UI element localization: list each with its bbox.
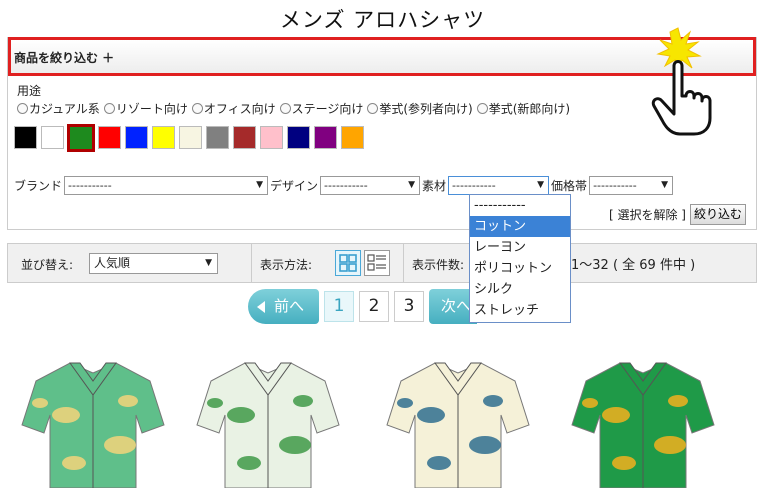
chevron-down-icon: ▼: [256, 180, 264, 190]
filter-panel: 商品を絞り込む ＋ 用途 カジュアル系 リゾート向け オフィス向け ステージ向け…: [7, 37, 757, 230]
color-swatch[interactable]: [14, 126, 37, 149]
design-label: デザイン: [270, 179, 319, 193]
chevron-down-icon: ▼: [408, 180, 416, 190]
product-grid: [0, 355, 765, 488]
divider: [251, 244, 252, 282]
product-image[interactable]: [383, 355, 533, 488]
apply-filter-button[interactable]: 絞り込む: [689, 204, 746, 225]
view-label: 表示方法:: [260, 258, 313, 272]
product-image[interactable]: [18, 355, 168, 488]
material-option[interactable]: コットン: [470, 216, 570, 237]
page-1-button[interactable]: 1: [324, 291, 354, 322]
radio-icon[interactable]: [191, 103, 203, 114]
price-label: 価格帯: [551, 179, 588, 193]
result-range: 1～32 ( 全 69 件中 ): [571, 258, 696, 273]
product-image[interactable]: [193, 355, 343, 488]
usage-option-stage[interactable]: ステージ向け: [279, 100, 363, 117]
color-swatch[interactable]: [341, 126, 364, 149]
brand-label: ブランド: [14, 179, 63, 193]
filter-toggle-label: 商品を絞り込む ＋: [14, 51, 115, 65]
color-swatch[interactable]: [179, 126, 202, 149]
material-option[interactable]: ストレッチ: [470, 300, 570, 321]
page-2-button[interactable]: 2: [359, 291, 389, 322]
count-label: 表示件数:: [412, 258, 465, 272]
prev-page-button[interactable]: 前へ: [248, 289, 319, 324]
color-swatch[interactable]: [233, 126, 256, 149]
design-select[interactable]: ----------- ▼: [320, 176, 421, 195]
price-select[interactable]: ----------- ▼: [589, 176, 674, 195]
color-swatch[interactable]: [287, 126, 310, 149]
sort-label: 並び替え:: [21, 258, 74, 272]
grid-icon: [339, 254, 357, 272]
material-option[interactable]: ポリコットン: [470, 258, 570, 279]
radio-icon[interactable]: [17, 103, 28, 114]
chevron-down-icon: ▼: [205, 258, 212, 268]
material-dropdown-list: ----------- コットン レーヨン ポリコットン シルク ストレッチ: [469, 194, 571, 323]
sort-select[interactable]: 人気順 ▼: [89, 253, 218, 274]
radio-icon[interactable]: [103, 103, 115, 114]
color-swatch[interactable]: [41, 126, 64, 149]
material-option[interactable]: シルク: [470, 279, 570, 300]
color-swatch[interactable]: [260, 126, 283, 149]
sort-bar: 並び替え: 人気順 ▼ 表示方法: 表示件数: 1～32 ( 全 69 件中 ): [7, 243, 757, 283]
usage-option-wedding-guest[interactable]: 挙式(参列者向け): [367, 100, 473, 117]
color-swatch[interactable]: [125, 126, 148, 149]
material-label: 素材: [422, 179, 447, 193]
usage-option-office[interactable]: オフィス向け: [191, 100, 276, 117]
color-swatch[interactable]: [206, 126, 229, 149]
chevron-down-icon: ▼: [661, 180, 669, 190]
brand-select[interactable]: ----------- ▼: [64, 176, 269, 195]
divider: [403, 244, 404, 282]
color-swatch[interactable]: [68, 125, 94, 151]
material-option[interactable]: レーヨン: [470, 237, 570, 258]
radio-icon[interactable]: [476, 103, 488, 114]
material-option[interactable]: -----------: [470, 195, 570, 216]
filter-select-row: ブランド ----------- ▼ デザイン ----------- ▼ 素材 -…: [14, 176, 675, 195]
radio-icon[interactable]: [279, 103, 291, 114]
product-image[interactable]: [568, 355, 718, 488]
usage-option-casual[interactable]: カジュアル系: [17, 100, 100, 117]
usage-label: 用途: [17, 84, 42, 98]
page-3-button[interactable]: 3: [394, 291, 424, 322]
usage-option-resort[interactable]: リゾート向け: [103, 100, 188, 117]
list-view-button[interactable]: [364, 250, 390, 276]
color-swatches: [14, 125, 364, 151]
color-swatch[interactable]: [152, 126, 175, 149]
arrow-left-icon: [257, 301, 265, 313]
usage-option-wedding-groom[interactable]: 挙式(新郎向け): [476, 100, 570, 117]
chevron-down-icon: ▼: [537, 180, 545, 190]
list-icon: [367, 254, 386, 271]
filter-toggle-bar[interactable]: 商品を絞り込む ＋: [8, 37, 756, 76]
pointer-hand-icon: [648, 26, 720, 138]
usage-radio-group: カジュアル系 リゾート向け オフィス向け ステージ向け 挙式(参列者向け) 挙式…: [17, 100, 570, 117]
radio-icon[interactable]: [367, 103, 379, 114]
clear-selection-link[interactable]: [ 選択を解除 ]: [609, 206, 686, 223]
color-swatch[interactable]: [314, 126, 337, 149]
grid-view-button[interactable]: [335, 250, 361, 276]
color-swatch[interactable]: [98, 126, 121, 149]
material-select[interactable]: ----------- ▼: [448, 176, 550, 195]
